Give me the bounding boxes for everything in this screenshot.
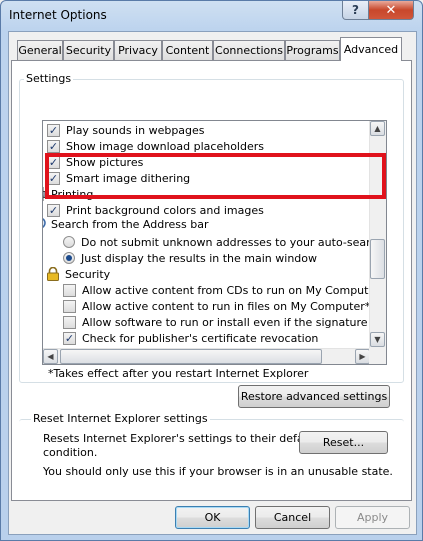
reset-warning: You should only use this if your browser…: [43, 465, 393, 478]
tab-advanced[interactable]: Advanced: [340, 37, 402, 61]
list-item[interactable]: Allow active content from CDs to run on …: [63, 282, 385, 298]
checkbox[interactable]: ✓: [47, 123, 60, 137]
category-security: Security: [45, 266, 110, 282]
settings-group-label: Settings: [24, 72, 74, 85]
checkbox[interactable]: [63, 283, 76, 297]
list-item-label: Just display the results in the main win…: [81, 251, 317, 265]
list-item-label: Print background colors and images: [66, 203, 264, 217]
dialog-client-area: General Security Privacy Content Connect…: [8, 31, 417, 535]
reset-description-line1: Resets Internet Explorer's settings to t…: [43, 432, 318, 445]
category-search: Search from the Address bar: [43, 216, 209, 232]
horizontal-scrollbar[interactable]: ◀ ▶: [43, 348, 371, 364]
list-item-label: Allow active content to run in files on …: [82, 299, 371, 313]
list-item-label: Show image download placeholders: [66, 139, 264, 153]
tab-content[interactable]: Content: [162, 40, 213, 60]
tab-programs[interactable]: Programs: [285, 40, 340, 60]
radio-button[interactable]: [63, 236, 75, 248]
title-bar[interactable]: Internet Options ? ✕: [1, 1, 422, 31]
list-item[interactable]: ✓ Show image download placeholders: [47, 138, 264, 154]
list-item[interactable]: Allow active content to run in files on …: [63, 298, 370, 314]
search-icon: [43, 217, 47, 231]
advanced-tab-panel: Settings ✓ Play sounds in webpages ✓ Sho…: [11, 60, 412, 501]
checkbox[interactable]: ✓: [47, 203, 60, 217]
scroll-right-button[interactable]: ▶: [355, 349, 370, 364]
scrollbar-corner: [369, 348, 386, 364]
help-button[interactable]: ?: [342, 1, 369, 20]
reset-button[interactable]: Reset...: [299, 431, 388, 454]
tab-general[interactable]: General: [17, 40, 63, 60]
list-item-label: Do not submit unknown addresses to your …: [81, 235, 387, 249]
tab-privacy[interactable]: Privacy: [114, 40, 162, 60]
list-item[interactable]: ✓ Check for publisher's certificate revo…: [63, 330, 318, 346]
radio-button[interactable]: [63, 252, 75, 264]
ok-button[interactable]: OK: [175, 506, 250, 529]
cancel-button[interactable]: Cancel: [255, 506, 330, 529]
scroll-down-button[interactable]: ▼: [370, 332, 385, 347]
list-item[interactable]: Just display the results in the main win…: [63, 250, 317, 266]
list-item-label: Allow active content from CDs to run on …: [82, 283, 386, 297]
window-title: Internet Options: [9, 8, 107, 22]
list-item[interactable]: Do not submit unknown addresses to your …: [63, 234, 387, 250]
list-item[interactable]: Allow software to run or install even if…: [63, 314, 387, 330]
list-item-label: Allow software to run or install even if…: [82, 315, 387, 329]
reset-description-line2: condition.: [43, 446, 98, 459]
tab-security[interactable]: Security: [63, 40, 114, 60]
tab-connections[interactable]: Connections: [213, 40, 285, 60]
apply-button[interactable]: Apply: [335, 506, 410, 529]
highlight-box: [45, 153, 386, 199]
checkbox[interactable]: [63, 315, 76, 329]
vertical-scroll-thumb[interactable]: [370, 239, 385, 279]
list-item-label: Play sounds in webpages: [66, 123, 205, 137]
restart-note: *Takes effect after you restart Internet…: [48, 367, 309, 380]
restore-advanced-settings-button[interactable]: Restore advanced settings: [238, 385, 390, 408]
checkbox[interactable]: ✓: [63, 331, 76, 345]
scroll-up-button[interactable]: ▲: [370, 121, 385, 136]
reset-group-label: Reset Internet Explorer settings: [31, 412, 210, 425]
internet-options-window: Internet Options ? ✕ General Security Pr…: [0, 0, 423, 541]
category-label: Search from the Address bar: [51, 217, 209, 231]
close-button[interactable]: ✕: [368, 1, 414, 20]
horizontal-scroll-thumb[interactable]: [60, 349, 322, 364]
list-item[interactable]: ✓ Play sounds in webpages: [47, 122, 205, 138]
list-item-label: Check for publisher's certificate revoca…: [82, 331, 319, 345]
category-label: Security: [65, 267, 111, 281]
scroll-left-button[interactable]: ◀: [43, 349, 58, 364]
lock-icon: [45, 267, 61, 281]
checkbox[interactable]: [63, 299, 76, 313]
checkbox[interactable]: ✓: [47, 139, 60, 153]
